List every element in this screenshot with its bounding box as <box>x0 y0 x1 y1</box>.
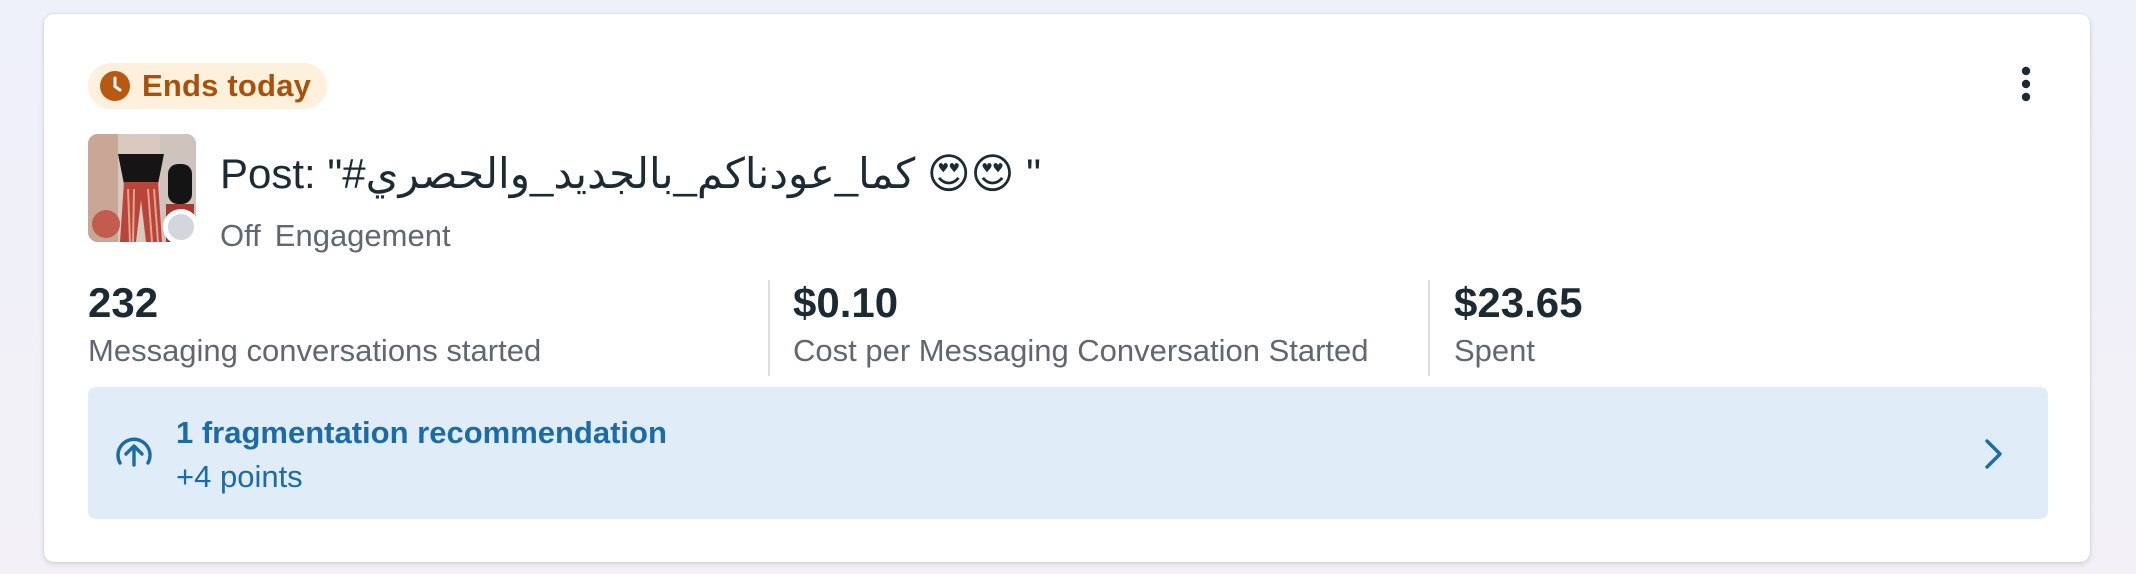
chevron-right-icon <box>1985 439 2002 469</box>
ends-today-badge: Ends today <box>88 63 328 109</box>
recommendation-points: +4 points <box>176 459 303 494</box>
more-vertical-icon <box>2021 66 2031 102</box>
more-options-button[interactable] <box>2006 64 2046 104</box>
campaign-objective: Engagement <box>274 218 451 253</box>
metric-value: 232 <box>88 279 159 326</box>
clock-icon <box>100 71 130 101</box>
metric-divider <box>768 280 770 376</box>
arrow-up-circle-icon <box>116 437 152 467</box>
metric-conversations: 232 Messaging conversations started <box>88 276 541 380</box>
metric-spent: $23.65 Spent <box>1454 276 1582 380</box>
status-dot <box>163 209 199 245</box>
post-title[interactable]: Post: "#كما_عودناكم_بالجديد_والحصري 😍😍 " <box>220 150 1041 198</box>
metric-cost-per-conversation: $0.10 Cost per Messaging Conversation St… <box>793 276 1369 380</box>
ad-card: Ends today Post: "#كما_عودناكم_بالجديد_و… <box>44 14 2090 562</box>
recommendation-title: 1 fragmentation recommendation <box>176 415 667 450</box>
metric-divider <box>1428 280 1430 376</box>
post-subline: Off Engagement <box>220 218 451 254</box>
metric-label: Spent <box>1454 333 1536 368</box>
badge-label: Ends today <box>142 68 312 103</box>
metric-label: Cost per Messaging Conversation Started <box>793 333 1369 368</box>
metric-label: Messaging conversations started <box>88 333 542 368</box>
metric-value: $0.10 <box>793 279 899 326</box>
delivery-status: Off <box>220 218 261 253</box>
metrics-row: 232 Messaging conversations started $0.1… <box>88 276 2048 380</box>
metric-value: $23.65 <box>1454 279 1583 326</box>
recommendation-banner[interactable]: 1 fragmentation recommendation +4 points <box>88 387 2048 519</box>
